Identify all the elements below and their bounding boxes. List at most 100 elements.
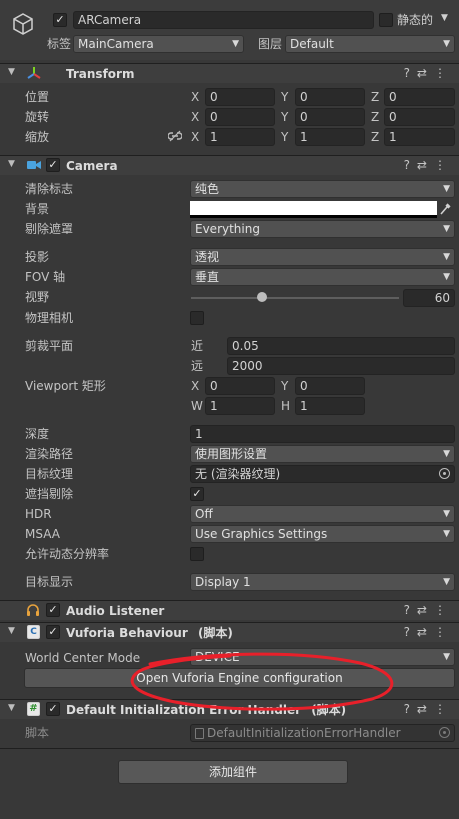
- projection-label: 投影: [25, 250, 50, 264]
- rotation-z-field[interactable]: 0: [384, 108, 455, 126]
- world-center-mode-dropdown[interactable]: DEVICE ▼: [190, 648, 455, 666]
- scale-y-field[interactable]: 1: [295, 128, 365, 146]
- open-vuforia-config-label: Open Vuforia Engine configuration: [136, 671, 343, 685]
- near-clip-field[interactable]: 0.05: [227, 337, 455, 355]
- target-texture-value: 无 (渲染器纹理): [195, 467, 281, 481]
- fold-arrow-icon[interactable]: ▼: [8, 159, 15, 169]
- rotation-x-field[interactable]: 0: [205, 108, 275, 126]
- clear-flags-dropdown[interactable]: 纯色 ▼: [190, 180, 455, 198]
- error-handler-enabled-checkbox[interactable]: ✓: [46, 702, 60, 716]
- active-checkbox[interactable]: ✓: [53, 13, 67, 27]
- msaa-label: MSAA: [25, 527, 60, 541]
- vuforia-header[interactable]: ▼ C ✓ Vuforia Behaviour (脚本) ?⇄⋮: [0, 622, 459, 642]
- tag-label: 标签: [47, 37, 72, 51]
- background-color-swatch[interactable]: [190, 201, 437, 218]
- scale-label: 缩放: [25, 130, 50, 144]
- physical-camera-checkbox[interactable]: [190, 311, 204, 325]
- msaa-dropdown[interactable]: Use Graphics Settings ▼: [190, 525, 455, 543]
- render-path-label: 渲染路径: [25, 447, 74, 461]
- add-component-label: 添加组件: [208, 765, 257, 779]
- fov-slider-track[interactable]: [191, 297, 399, 299]
- scale-z-field[interactable]: 1: [384, 128, 455, 146]
- components-end-divider: [0, 748, 459, 749]
- axis-x-label: X: [191, 130, 200, 144]
- target-texture-field[interactable]: 无 (渲染器纹理): [190, 465, 455, 483]
- clipping-planes-label: 剪裁平面: [25, 339, 74, 353]
- fold-arrow-icon[interactable]: ▼: [8, 67, 15, 77]
- axis-z-label: Z: [371, 110, 380, 124]
- component-menu-icons[interactable]: ?⇄⋮: [404, 158, 453, 172]
- viewport-w-field[interactable]: 1: [205, 397, 275, 415]
- audio-listener-header[interactable]: ✓ Audio Listener ?⇄⋮: [0, 600, 459, 620]
- component-menu-icons[interactable]: ?⇄⋮: [404, 66, 453, 80]
- target-texture-label: 目标纹理: [25, 467, 74, 481]
- clear-flags-label: 清除标志: [25, 182, 74, 196]
- object-name-field[interactable]: ARCamera: [73, 11, 374, 29]
- fold-arrow-icon[interactable]: ▼: [8, 703, 15, 713]
- eyedropper-icon[interactable]: [439, 202, 451, 219]
- culling-mask-dropdown[interactable]: Everything ▼: [190, 220, 455, 238]
- add-component-button[interactable]: 添加组件: [118, 760, 348, 784]
- layer-dropdown[interactable]: Default ▼: [285, 35, 455, 53]
- hdr-dropdown[interactable]: Off ▼: [190, 505, 455, 523]
- error-handler-header[interactable]: ▼ # ✓ Default Initialization Error Handl…: [0, 699, 459, 719]
- target-display-dropdown[interactable]: Display 1 ▼: [190, 573, 455, 591]
- script-label: 脚本: [25, 726, 50, 740]
- fov-slider-thumb[interactable]: [257, 292, 267, 302]
- component-menu-icons[interactable]: ?⇄⋮: [404, 603, 453, 617]
- tag-dropdown[interactable]: MainCamera ▼: [73, 35, 244, 53]
- component-menu-icons[interactable]: ?⇄⋮: [404, 702, 453, 716]
- viewport-y-label: Y: [281, 379, 289, 393]
- static-dropdown-arrow[interactable]: ▼: [441, 13, 448, 23]
- projection-value: 透视: [195, 250, 220, 264]
- depth-field[interactable]: 1: [190, 425, 455, 443]
- render-path-value: 使用图形设置: [195, 447, 268, 461]
- chevron-down-icon: ▼: [232, 39, 239, 49]
- render-path-dropdown[interactable]: 使用图形设置 ▼: [190, 445, 455, 463]
- script-file-icon: [195, 728, 204, 739]
- viewport-x-label: X: [191, 379, 200, 393]
- component-menu-icons[interactable]: ?⇄⋮: [404, 625, 453, 639]
- position-z-field[interactable]: 0: [384, 88, 455, 106]
- headphones-icon: [26, 603, 40, 620]
- chevron-down-icon: ▼: [443, 184, 450, 194]
- occlusion-culling-checkbox[interactable]: ✓: [190, 487, 204, 501]
- layer-value: Default: [290, 37, 334, 51]
- fov-value-field[interactable]: 60: [403, 289, 455, 307]
- layer-label: 图层: [258, 37, 283, 51]
- audio-listener-enabled-checkbox[interactable]: ✓: [46, 603, 60, 617]
- axis-y-label: Y: [281, 110, 289, 124]
- fov-axis-dropdown[interactable]: 垂直 ▼: [190, 268, 455, 286]
- fold-arrow-icon[interactable]: ▼: [8, 626, 15, 636]
- viewport-h-field[interactable]: 1: [295, 397, 365, 415]
- script-reference-field: DefaultInitializationErrorHandler: [190, 724, 455, 742]
- audio-listener-title: Audio Listener: [66, 604, 165, 618]
- viewport-y-field[interactable]: 0: [295, 377, 365, 395]
- viewport-x-field[interactable]: 0: [205, 377, 275, 395]
- script-reference-value: DefaultInitializationErrorHandler: [207, 726, 401, 740]
- static-label: 静态的: [397, 13, 434, 27]
- camera-header[interactable]: ▼ ✓ Camera ?⇄⋮: [0, 155, 459, 175]
- chevron-down-icon: ▼: [443, 529, 450, 539]
- vuforia-enabled-checkbox[interactable]: ✓: [46, 625, 60, 639]
- link-icon[interactable]: [167, 130, 183, 145]
- dynamic-resolution-checkbox[interactable]: [190, 547, 204, 561]
- viewport-h-label: H: [281, 399, 291, 413]
- chevron-down-icon: ▼: [443, 272, 450, 282]
- far-clip-field[interactable]: 2000: [227, 357, 455, 375]
- projection-dropdown[interactable]: 透视 ▼: [190, 248, 455, 266]
- open-vuforia-config-button[interactable]: Open Vuforia Engine configuration: [24, 668, 455, 688]
- position-y-field[interactable]: 0: [295, 88, 365, 106]
- static-checkbox[interactable]: [379, 13, 393, 27]
- transform-header[interactable]: ▼ Transform ?⇄⋮: [0, 63, 459, 83]
- object-picker-icon[interactable]: [439, 468, 450, 479]
- hdr-value: Off: [195, 507, 213, 521]
- camera-enabled-checkbox[interactable]: ✓: [46, 158, 60, 172]
- fov-axis-value: 垂直: [195, 270, 220, 284]
- rotation-y-field[interactable]: 0: [295, 108, 365, 126]
- chevron-down-icon: ▼: [443, 224, 450, 234]
- near-label: 近: [191, 339, 204, 353]
- position-x-field[interactable]: 0: [205, 88, 275, 106]
- chevron-down-icon: ▼: [443, 652, 450, 662]
- scale-x-field[interactable]: 1: [205, 128, 275, 146]
